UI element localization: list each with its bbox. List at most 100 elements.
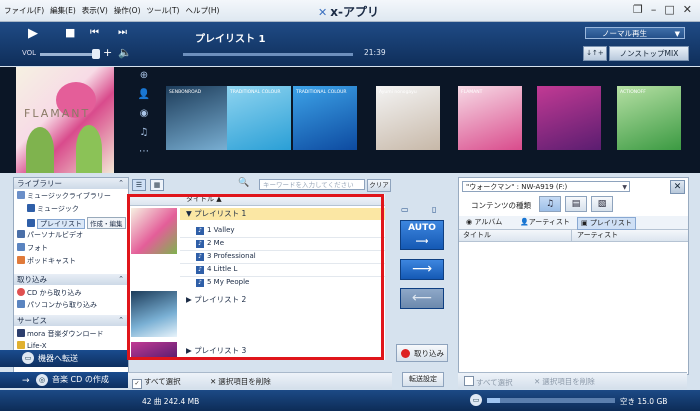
album-thumbnail[interactable]: SENBONROAD [166,86,230,150]
volume-slider[interactable] [40,53,98,56]
import-button[interactable]: 取り込み [396,344,448,362]
next-icon[interactable]: ⏭ [118,27,127,38]
photo-type-button[interactable]: ▧ [591,196,613,212]
disc-icon[interactable]: ◉ [136,108,152,119]
album-thumbnail[interactable]: ACTIONOFF [617,86,681,150]
checkbox-icon [464,376,474,386]
playlist-header-1[interactable]: ▼ プレイリスト 1 [180,208,385,220]
service-mora-item[interactable]: mora 音楽ダウンロード [17,329,104,339]
shuffle-button[interactable]: ↓↑+ [583,46,607,61]
library-item-icon [27,204,35,212]
device-artist-column[interactable]: アーティスト [577,230,618,241]
playback-mode-value: ノーマル再生 [602,29,647,38]
device-title-column[interactable]: タイトル [463,230,491,241]
album-thumbnail[interactable]: FLAMANT [458,86,522,150]
album-thumbnail[interactable]: TRADITIONAL COLOUR [227,86,291,150]
service-header[interactable]: サービス ⌃ [14,315,128,326]
track-title: 1 Valley [207,226,235,234]
library-item[interactable]: プレイリスト 作成・編集 [27,217,126,229]
service-lifex-item[interactable]: Life-X [17,341,47,350]
album-thumbnail[interactable]: Ayumi nonogayu [376,86,440,150]
tab-artist[interactable]: 👤アーティスト [517,217,573,228]
transfer-settings-button[interactable]: 転送設定 [402,372,444,387]
music-type-button[interactable]: ♫ [539,196,561,212]
track-row[interactable]: ♪ 3 Professional [196,252,256,261]
library-item[interactable]: ミュージック [27,204,79,214]
search-input[interactable]: キーワードを入力してください [259,179,365,190]
delete-selected-button[interactable]: ✕ 選択項目を削除 [210,376,271,387]
zoom-icon[interactable]: ⊕ [136,70,152,81]
transfer-left-button[interactable]: ⟵ [400,288,444,309]
library-item[interactable]: パーソナルビデオ [17,230,83,240]
restore-icon[interactable]: ❐ [633,3,643,16]
library-item[interactable]: フォト [17,243,48,253]
import-header[interactable]: 取り込み ⌃ [14,274,128,285]
close-icon[interactable]: ✕ [683,3,692,16]
free-space: 空き 15.0 GB [620,397,668,406]
album-thumbnail[interactable]: TRADITIONAL COLOUR [293,86,357,150]
select-all-button[interactable]: ✓ すべて選択 [132,376,181,389]
playlist-header-2[interactable]: ▶ プレイリスト 2 [186,294,246,305]
previous-icon[interactable]: ⏮ [90,27,99,38]
close-panel-button[interactable]: ✕ [670,180,685,194]
menu-item[interactable]: ファイル(F) [4,5,44,16]
speaker-icon[interactable]: 🔈 [118,46,132,59]
arrow-left-icon: ⟵ [411,290,433,306]
album-thumbnail[interactable] [537,86,601,150]
menu-item[interactable]: ツール(T) [147,5,180,16]
playlist-header-3[interactable]: ▶ プレイリスト 3 [186,345,246,356]
tab-playlist[interactable]: ▣ プレイリスト [577,217,636,230]
create-cd-button[interactable]: ◎ → 音楽 CD の作成 [0,372,128,388]
menu-item[interactable]: ヘルプ(H) [185,5,219,16]
transfer-right-button[interactable]: ⟶ [400,259,444,280]
library-item[interactable]: ミュージックライブラリー [17,191,111,201]
maximize-icon[interactable]: □ [664,3,674,16]
device-select-all-button[interactable]: すべて選択 [464,376,513,388]
track-row[interactable]: ♪ 2 Me [196,239,224,248]
artist-icon[interactable]: 👤 [136,89,152,100]
transfer-to-device-button[interactable]: ▭ 機器へ転送 [0,350,128,367]
volume-up-icon[interactable]: + [103,46,112,59]
menu-item[interactable]: 操作(O) [114,5,141,16]
play-icon[interactable]: ▶ [28,26,38,41]
track-row[interactable]: ♪ 1 Valley [196,226,235,235]
track-row[interactable]: ♪ 5 My People [196,278,249,287]
arrow-right-icon: ⟶ [415,237,429,247]
library-item-icon [27,219,35,227]
minimize-icon[interactable]: – [651,3,657,16]
title-column-label: タイトル [186,195,214,203]
volume-knob[interactable] [92,49,100,59]
edit-playlist-button[interactable]: 作成・編集 [87,217,126,229]
video-type-button[interactable]: ▤ [565,196,587,212]
expand-right-icon: ▶ [186,295,192,304]
playback-mode-select[interactable]: ノーマル再生 ▼ [585,27,685,39]
grid-view-icon[interactable]: ▦ [150,179,164,191]
collapse-icon[interactable]: ⌃ [118,178,124,189]
collapse-icon[interactable]: ⌃ [118,274,124,285]
playlist-icon[interactable]: ♫ [136,127,152,138]
app-title: ✕ x-アプリ [318,3,379,20]
device-select[interactable]: "ウォークマン" : NW-A919 (F:) ▼ [462,181,630,192]
library-header[interactable]: ライブラリー ⌃ [14,178,128,189]
collapse-icon[interactable]: ⌃ [118,315,124,326]
stop-icon[interactable]: ■ [65,26,75,39]
menubar: ファイル(F) 編集(E) 表示(V) 操作(O) ツール(T) ヘルプ(H) ✕ x-アプ… [0,0,700,22]
list-view-icon[interactable]: ☰ [132,179,146,191]
import-cd-item[interactable]: CD から取り込み [17,288,82,298]
music-note-icon: ♪ [196,253,204,261]
title-column-header[interactable]: タイトル ▲ [128,194,385,206]
nonstop-mix-button[interactable]: ノンストップMIX [609,46,689,61]
device-delete-selected-button[interactable]: ✕ 選択項目を削除 [534,376,595,387]
auto-transfer-button[interactable]: AUTO ⟶ [400,220,444,250]
clear-button[interactable]: クリア [367,179,391,192]
menu-item[interactable]: 編集(E) [50,5,76,16]
library-item[interactable]: ポッドキャスト [17,256,76,266]
ellipsis-icon[interactable]: ⋯ [136,146,152,157]
import-pc-item[interactable]: パソコンから取り込み [17,300,97,310]
track-row[interactable]: ♪ 4 Little L [196,265,237,274]
search-icon[interactable]: 🔍 [238,178,249,188]
playback-progress[interactable] [183,53,353,56]
menu-item[interactable]: 表示(V) [82,5,108,16]
service-header-label: サービス [17,316,47,325]
tab-album[interactable]: ◉ アルバム [463,217,505,228]
